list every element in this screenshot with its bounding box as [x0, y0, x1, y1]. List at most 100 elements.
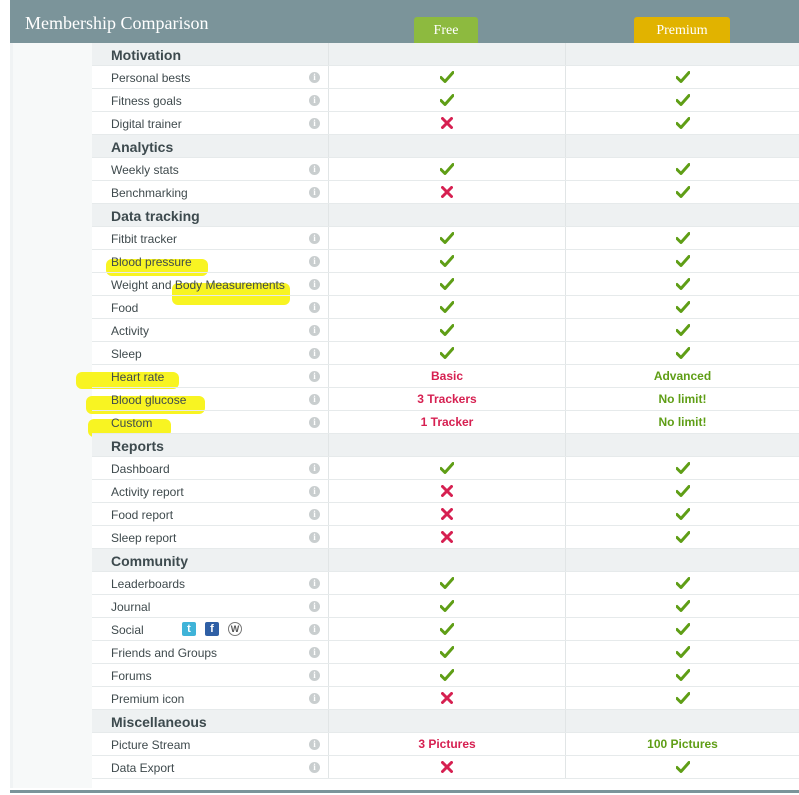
feature-label: Weekly stats — [111, 163, 179, 177]
free-check-icon — [329, 664, 565, 686]
free-value: 3 Pictures — [418, 737, 476, 751]
facebook-icon[interactable]: f — [205, 622, 219, 636]
info-icon[interactable]: i — [309, 187, 320, 198]
info-icon[interactable]: i — [309, 624, 320, 635]
feature-label: Forums — [111, 669, 152, 683]
table-row: Food i — [92, 296, 799, 319]
free-cross-icon — [329, 526, 565, 548]
table-row: Fitness goals i — [92, 89, 799, 112]
info-icon[interactable]: i — [309, 532, 320, 543]
table-row: Food report i — [92, 503, 799, 526]
info-icon[interactable]: i — [309, 302, 320, 313]
feature-label: Heart rate — [111, 370, 165, 384]
info-icon[interactable]: i — [309, 693, 320, 704]
info-icon[interactable]: i — [309, 578, 320, 589]
table-row: Dashboard i — [92, 457, 799, 480]
premium-check-icon — [566, 227, 799, 249]
info-icon[interactable]: i — [309, 72, 320, 83]
info-icon[interactable]: i — [309, 164, 320, 175]
info-icon[interactable]: i — [309, 233, 320, 244]
free-cross-icon — [329, 756, 565, 778]
free-check-icon — [329, 595, 565, 617]
table-row: Sleep i — [92, 342, 799, 365]
info-icon[interactable]: i — [309, 762, 320, 773]
premium-check-icon — [566, 457, 799, 479]
premium-value: Advanced — [653, 369, 712, 383]
section-label: Data tracking — [111, 208, 200, 224]
info-icon[interactable]: i — [309, 394, 320, 405]
bottom-border — [10, 790, 799, 793]
free-check-icon — [329, 273, 565, 295]
premium-check-icon — [566, 641, 799, 663]
info-icon[interactable]: i — [309, 325, 320, 336]
premium-check-icon — [566, 112, 799, 134]
table-row: Sleep report i — [92, 526, 799, 549]
section-header: Analytics — [92, 135, 799, 158]
section-label: Miscellaneous — [111, 714, 207, 730]
info-icon[interactable]: i — [309, 256, 320, 267]
info-icon[interactable]: i — [309, 601, 320, 612]
free-cross-icon — [329, 181, 565, 203]
table-row: Weekly stats i — [92, 158, 799, 181]
premium-value: No limit! — [658, 415, 707, 429]
feature-label: Activity report — [111, 485, 184, 499]
info-icon[interactable]: i — [309, 509, 320, 520]
premium-check-icon — [566, 756, 799, 778]
section-label: Community — [111, 553, 188, 569]
info-icon[interactable]: i — [309, 647, 320, 658]
premium-plan-badge[interactable]: Premium — [634, 17, 730, 43]
feature-label: Social — [111, 623, 144, 637]
section-header: Motivation — [92, 43, 799, 66]
free-cross-icon — [329, 480, 565, 502]
feature-label: Dashboard — [111, 462, 170, 476]
feature-label: Friends and Groups — [111, 646, 218, 660]
table-row: Benchmarking i — [92, 181, 799, 204]
left-panel — [13, 43, 92, 788]
premium-check-icon — [566, 250, 799, 272]
info-icon[interactable]: i — [309, 486, 320, 497]
twitter-icon[interactable]: t — [182, 622, 196, 636]
info-icon[interactable]: i — [309, 371, 320, 382]
feature-label: Personal bests — [111, 71, 191, 85]
info-icon[interactable]: i — [309, 348, 320, 359]
free-check-icon — [329, 89, 565, 111]
info-icon[interactable]: i — [309, 670, 320, 681]
free-value: Basic — [430, 369, 464, 383]
free-value: 3 Trackers — [417, 392, 477, 406]
free-check-icon — [329, 319, 565, 341]
feature-label: Custom — [111, 416, 153, 430]
info-icon[interactable]: i — [309, 279, 320, 290]
feature-label: Sleep — [111, 347, 142, 361]
wordpress-icon[interactable]: W — [228, 622, 242, 636]
free-check-icon — [329, 572, 565, 594]
feature-label: Premium icon — [111, 692, 185, 706]
free-check-icon — [329, 227, 565, 249]
table-row: Journal i — [92, 595, 799, 618]
info-icon[interactable]: i — [309, 118, 320, 129]
premium-check-icon — [566, 319, 799, 341]
feature-label: Journal — [111, 600, 151, 614]
feature-label: Picture Stream — [111, 738, 191, 752]
table-row: Activity report i — [92, 480, 799, 503]
feature-label: Data Export — [111, 761, 175, 775]
feature-label: Food — [111, 301, 139, 315]
premium-check-icon — [566, 89, 799, 111]
free-plan-badge[interactable]: Free — [414, 17, 478, 43]
info-icon[interactable]: i — [309, 95, 320, 106]
info-icon[interactable]: i — [309, 417, 320, 428]
free-check-icon — [329, 457, 565, 479]
premium-check-icon — [566, 687, 799, 709]
table-row: Digital trainer i — [92, 112, 799, 135]
table-row: Picture Stream i 3 Pictures 100 Pictures — [92, 733, 799, 756]
free-check-icon — [329, 66, 565, 88]
free-cross-icon — [329, 687, 565, 709]
info-icon[interactable]: i — [309, 463, 320, 474]
feature-label: Food report — [111, 508, 174, 522]
premium-check-icon — [566, 572, 799, 594]
table-row: Data Export i — [92, 756, 799, 779]
premium-check-icon — [566, 181, 799, 203]
info-icon[interactable]: i — [309, 739, 320, 750]
page-title: Membership Comparison — [25, 13, 209, 33]
section-header: Data tracking — [92, 204, 799, 227]
feature-label: Benchmarking — [111, 186, 188, 200]
